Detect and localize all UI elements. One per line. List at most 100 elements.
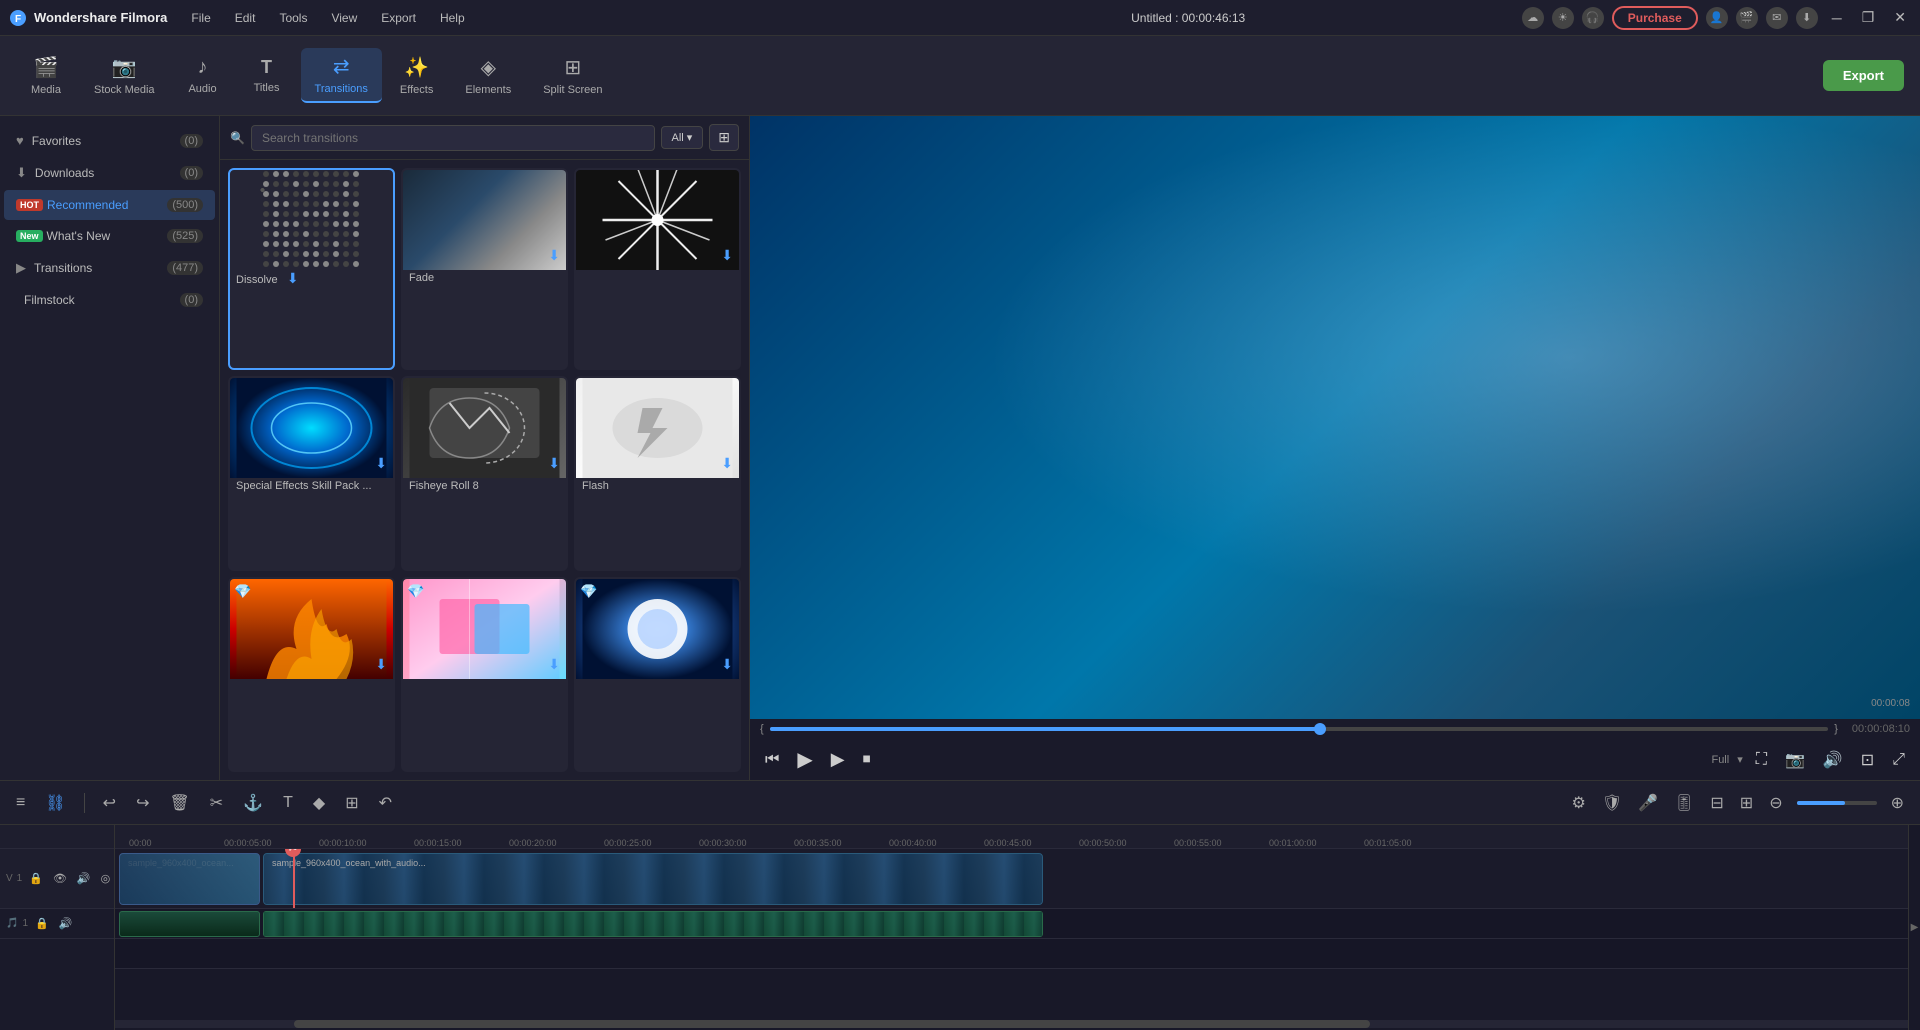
video-clip-1[interactable]: sample_960x400_ocean... [119, 853, 260, 905]
search-input[interactable] [251, 125, 655, 151]
transition-burst[interactable]: 💎 ⬇ [574, 577, 741, 772]
shield-icon[interactable]: 🛡 [1596, 790, 1628, 816]
keyframe-button[interactable]: ◆ [307, 790, 331, 816]
zoom-slider[interactable] [1797, 801, 1877, 805]
video-clip-2[interactable]: sample_960x400_ocean_with_audio... [263, 853, 1043, 905]
redo-button[interactable]: ↪ [130, 790, 155, 816]
sidebar-item-downloads[interactable]: ⬇ Downloads (0) [4, 157, 215, 189]
fit-button[interactable]: ⤢ [1887, 749, 1910, 771]
timeline-link-button[interactable]: ⛓ [39, 790, 71, 816]
track-visible-button[interactable]: 👁 [50, 871, 70, 886]
rewind-button[interactable]: ⏮ [760, 749, 784, 771]
user-avatar[interactable]: 👤 [1706, 7, 1728, 29]
play-pause-button[interactable]: ▶ [792, 745, 817, 774]
filter-dropdown[interactable]: All ▾ [661, 126, 704, 149]
menu-tools[interactable]: Tools [275, 9, 311, 27]
purchase-button[interactable]: Purchase [1612, 6, 1698, 30]
menu-view[interactable]: View [327, 9, 361, 27]
fisheye-download-icon[interactable]: ⬇ [548, 455, 560, 472]
fullscreen-button[interactable]: ⛶ [1751, 749, 1772, 771]
grid-view-button[interactable]: ⊞ [709, 124, 739, 151]
maximize-button[interactable]: ❐ [1856, 7, 1881, 28]
playhead[interactable]: ✂ [293, 849, 295, 908]
timeline-collapse[interactable]: ▶ [1908, 825, 1920, 1030]
screenshot-button[interactable]: 📷 [1780, 748, 1810, 772]
track-lock-button[interactable]: 🔒 [26, 871, 46, 886]
sidebar-item-filmstock[interactable]: Filmstock (0) [4, 285, 215, 315]
delete-button[interactable]: 🗑 [163, 790, 195, 816]
download-icon[interactable]: ⬇ [1796, 7, 1818, 29]
transition-fire[interactable]: 💎 ⬇ [228, 577, 395, 772]
plus-button[interactable]: ⊕ [1885, 790, 1910, 816]
rays-download-icon[interactable]: ⬇ [721, 247, 733, 264]
text-button[interactable]: T [277, 791, 299, 815]
transition-fade[interactable]: ⬇ Fade [401, 168, 568, 370]
sun-icon[interactable]: ☀ [1552, 7, 1574, 29]
transition-fisheye[interactable]: ⬇ Fisheye Roll 8 [401, 376, 568, 571]
ruler-mark-35: 00:00:35:00 [794, 838, 842, 848]
minimize-button[interactable]: ─ [1826, 8, 1848, 28]
fire-download-icon[interactable]: ⬇ [375, 656, 387, 673]
dissolve-download-icon[interactable]: ⬇ [287, 270, 299, 286]
special-download-icon[interactable]: ⬇ [375, 455, 387, 472]
headset-icon[interactable]: 🎧 [1582, 7, 1604, 29]
fade-download-icon[interactable]: ⬇ [548, 247, 560, 264]
preview-progress-bar[interactable] [770, 727, 1829, 731]
audio-clip-1[interactable] [119, 911, 260, 937]
cut-button[interactable]: ✂ [204, 790, 229, 816]
sidebar-item-favorites[interactable]: ♥ Favorites (0) [4, 125, 215, 156]
tool-stock-media[interactable]: 📷 Stock Media [80, 49, 169, 102]
stop-button[interactable]: ⏹ [858, 749, 876, 771]
mail-icon[interactable]: ✉ [1766, 7, 1788, 29]
timeline-menu-button[interactable]: ≡ [10, 791, 31, 815]
mic-icon[interactable]: 🎤 [1632, 790, 1664, 816]
tool-effects[interactable]: ✨ Effects [386, 49, 447, 102]
settings-icon[interactable]: ⚙ [1565, 790, 1591, 816]
chevron-down-icon[interactable]: ▾ [1737, 753, 1743, 766]
transition-rays[interactable]: ⬇ [574, 168, 741, 370]
track-mute-button[interactable]: 🔊 [74, 871, 94, 886]
transition-flash[interactable]: ⬇ Flash [574, 376, 741, 571]
transition-special[interactable]: ⬇ Special Effects Skill Pack ... [228, 376, 395, 571]
track-eye-button[interactable]: ◎ [98, 871, 114, 886]
scrollbar-thumb[interactable] [294, 1020, 1370, 1028]
cloud-icon[interactable]: ☁ [1522, 7, 1544, 29]
burst-download-icon[interactable]: ⬇ [721, 656, 733, 673]
layout-button[interactable]: ⊞ [339, 790, 364, 816]
transition-icon[interactable]: ⊞ [1734, 790, 1759, 816]
tool-audio[interactable]: ♪ Audio [173, 50, 233, 101]
progress-handle[interactable] [1314, 723, 1326, 735]
tool-titles[interactable]: T Titles [237, 51, 297, 100]
play-forward-button[interactable]: ▶ [826, 747, 850, 772]
sidebar-item-recommended[interactable]: HOT Recommended (500) [4, 190, 215, 220]
filmora-icon[interactable]: 🎬 [1736, 7, 1758, 29]
transition-dissolve[interactable]: for(let i=0;i<100;i++){ const d=document… [228, 168, 395, 370]
crop-button[interactable]: ⊡ [1856, 748, 1879, 772]
audio-mix-icon[interactable]: 🎚 [1668, 790, 1700, 816]
export-button[interactable]: Export [1823, 60, 1904, 91]
history-button[interactable]: ↶ [373, 790, 398, 816]
close-button[interactable]: ✕ [1888, 7, 1912, 28]
transition-pink[interactable]: 💎 ⬇ [401, 577, 568, 772]
split-clip-icon[interactable]: ⊟ [1704, 790, 1729, 816]
sidebar-item-transitions[interactable]: ▶ Transitions (477) [4, 252, 215, 284]
menu-edit[interactable]: Edit [231, 9, 260, 27]
menu-file[interactable]: File [187, 9, 214, 27]
audio-mute-button[interactable]: 🔊 [56, 916, 76, 931]
sidebar-item-whatsnew[interactable]: New What's New (525) [4, 221, 215, 251]
tool-media[interactable]: 🎬 Media [16, 49, 76, 102]
volume-button[interactable]: 🔊 [1818, 748, 1848, 772]
undo-button[interactable]: ↩ [97, 790, 122, 816]
tool-transitions[interactable]: ⇄ Transitions [301, 48, 382, 103]
tool-split-screen[interactable]: ⊞ Split Screen [529, 49, 616, 102]
pink-download-icon[interactable]: ⬇ [548, 656, 560, 673]
timeline-scrollbar[interactable] [115, 1020, 1908, 1028]
menu-export[interactable]: Export [377, 9, 420, 27]
audio-lock-button[interactable]: 🔒 [32, 916, 52, 931]
tool-elements[interactable]: ◈ Elements [451, 49, 525, 102]
anchor-button[interactable]: ⚓ [237, 790, 269, 816]
audio-clip-2[interactable] [263, 911, 1043, 937]
minus-button[interactable]: ⊖ [1763, 790, 1788, 816]
menu-help[interactable]: Help [436, 9, 469, 27]
flash-download-icon[interactable]: ⬇ [721, 455, 733, 472]
